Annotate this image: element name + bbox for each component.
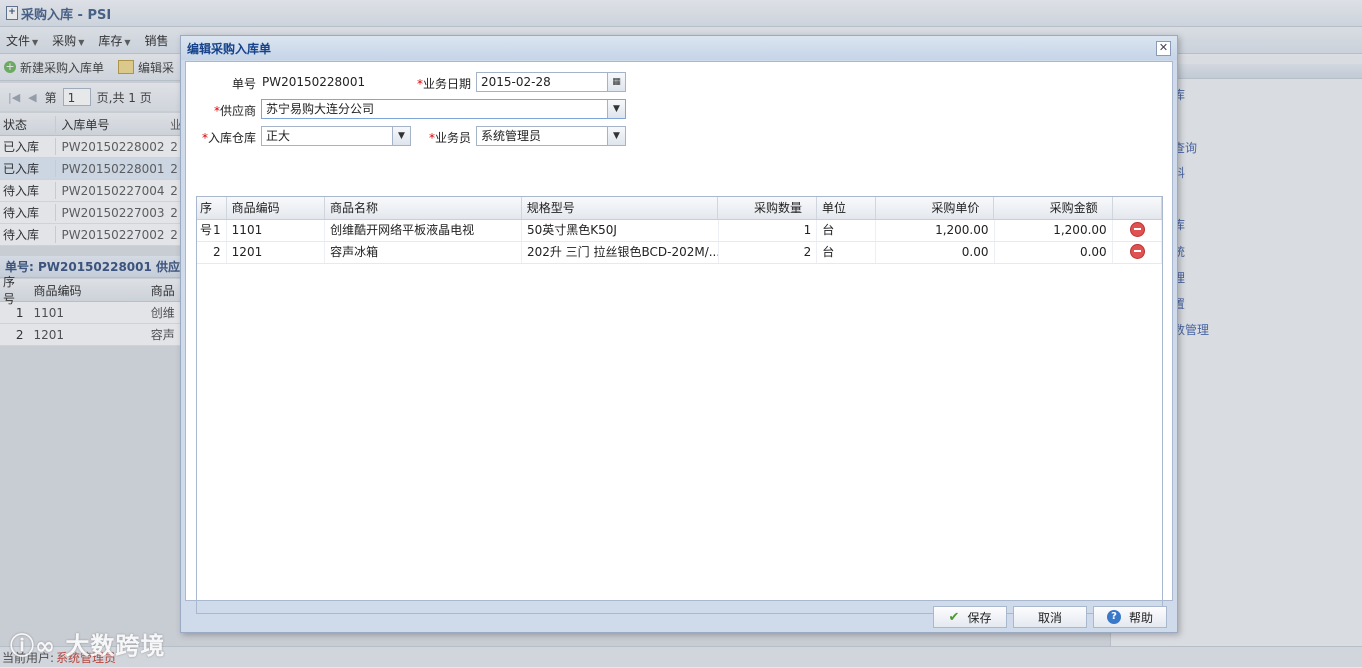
col-header[interactable]: 采购金额 — [994, 197, 1113, 219]
help-icon: ? — [1106, 610, 1121, 624]
edit-receipt-dialog: 编辑采购入库单 ✕ 单号 PW20150228001 *业务日期 2015-02… — [180, 35, 1178, 633]
delete-row-icon[interactable] — [1129, 222, 1145, 237]
watermark-logo-icon: ⓘ∞ — [10, 632, 66, 660]
col-header[interactable]: 采购数量 — [718, 197, 818, 219]
col-header[interactable]: 序号 — [197, 197, 227, 237]
warehouse-combobox[interactable]: 正大 ▼ — [261, 126, 411, 146]
watermark: ⓘ∞ 大数跨境 — [10, 632, 166, 660]
check-icon: ✔ — [948, 609, 960, 625]
cancel-button[interactable]: 取消 — [1013, 606, 1087, 628]
items-grid: 序号 商品编码 商品名称 规格型号 采购数量 单位 采购单价 采购金额 1 11… — [196, 196, 1163, 614]
dialog-footer: ✔ 保存 取消 ? 帮助 — [181, 604, 1177, 632]
grid-header: 序号 商品编码 商品名称 规格型号 采购数量 单位 采购单价 采购金额 — [197, 197, 1162, 237]
date-label: *业务日期 — [416, 77, 471, 91]
help-button[interactable]: ? 帮助 — [1093, 606, 1167, 628]
chevron-down-icon[interactable]: ▼ — [392, 127, 410, 145]
chevron-down-icon[interactable]: ▼ — [607, 100, 625, 118]
dialog-titlebar: 编辑采购入库单 ✕ — [181, 36, 1177, 60]
supplier-combobox[interactable]: 苏宁易购大连分公司 ▼ — [261, 99, 626, 119]
chevron-down-icon[interactable]: ▼ — [607, 127, 625, 145]
col-header[interactable]: 采购单价 — [876, 197, 995, 219]
save-button[interactable]: ✔ 保存 — [933, 606, 1007, 628]
col-header[interactable]: 规格型号 — [522, 197, 719, 219]
bill-no-value: PW20150228001 — [262, 75, 366, 89]
dialog-title: 编辑采购入库单 — [187, 41, 272, 56]
col-header-action — [1113, 197, 1162, 219]
col-header[interactable]: 单位 — [817, 197, 877, 219]
supplier-label: *供应商 — [213, 104, 256, 118]
close-icon[interactable]: ✕ — [1156, 40, 1171, 56]
clerk-combobox[interactable]: 系统管理员 ▼ — [476, 126, 626, 146]
table-row[interactable]: 2 1201 容声冰箱 202升 三门 拉丝银色BCD-202M/... 2 台… — [197, 242, 1162, 264]
dialog-body: 单号 PW20150228001 *业务日期 2015-02-28 ▦ *供应商… — [185, 61, 1173, 614]
delete-row-icon[interactable] — [1129, 244, 1145, 259]
warehouse-label: *入库仓库 — [201, 131, 256, 145]
col-header[interactable]: 商品编码 — [227, 197, 326, 219]
calendar-icon[interactable]: ▦ — [607, 73, 625, 91]
bill-no-label: 单号 — [231, 77, 256, 91]
clerk-label: *业务员 — [428, 131, 471, 145]
col-header[interactable]: 商品名称 — [325, 197, 522, 219]
table-row[interactable]: 1 1101 创维酷开网络平板液晶电视 50英寸黑色K50J 1 台 1,200… — [197, 220, 1162, 242]
date-field[interactable]: 2015-02-28 ▦ — [476, 72, 626, 92]
